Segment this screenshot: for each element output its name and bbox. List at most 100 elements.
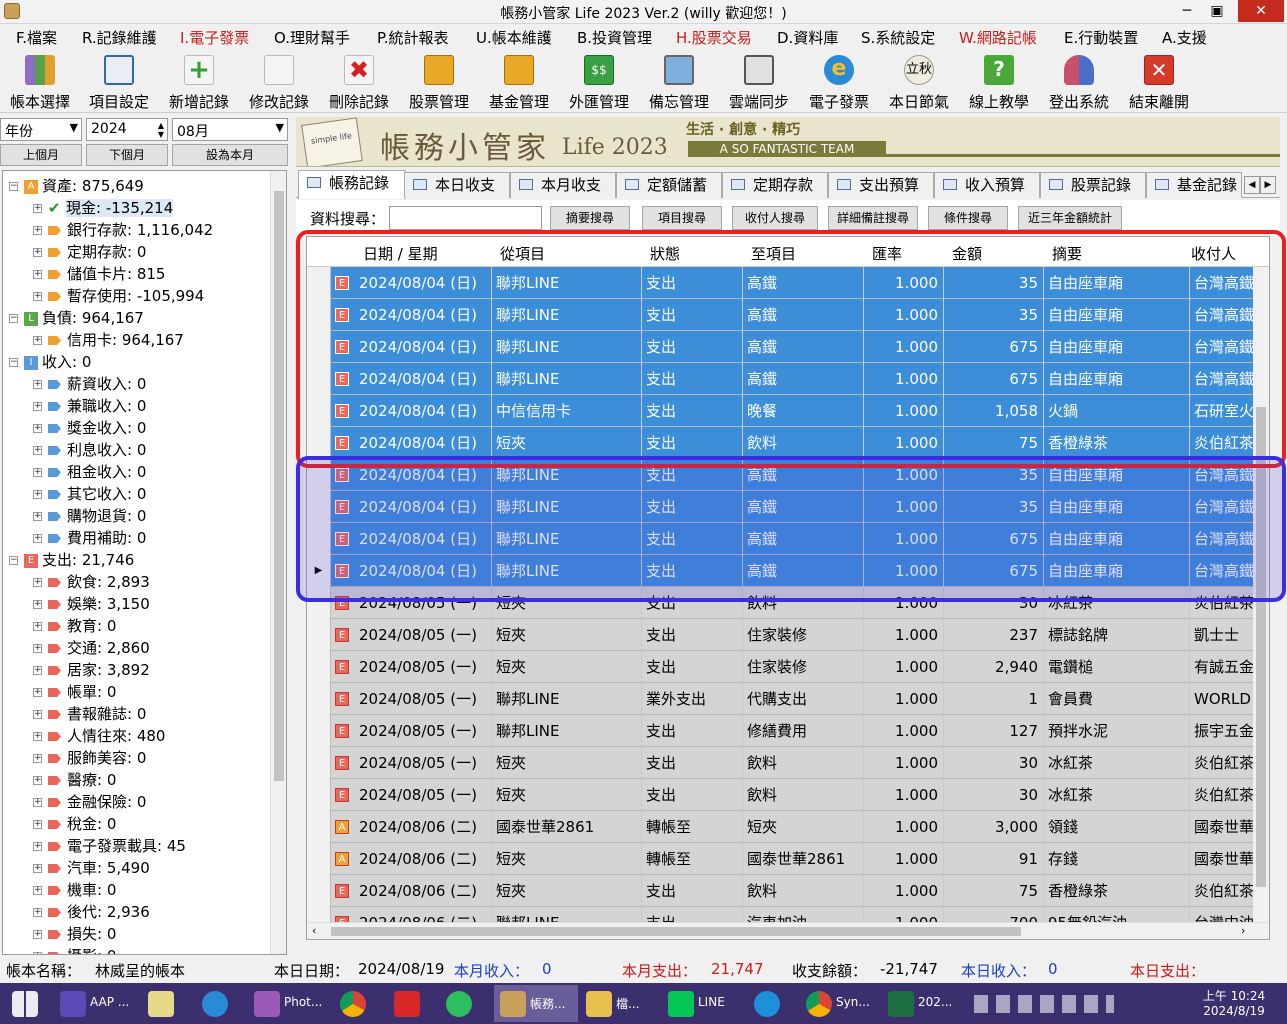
system-tray-icons[interactable] xyxy=(970,985,1120,1022)
cell-rate[interactable]: 1.000 xyxy=(864,747,944,779)
cell-from[interactable]: 國泰世華2861 xyxy=(492,811,642,843)
expand-icon[interactable]: + xyxy=(33,930,42,939)
cell-memo[interactable]: 標誌銘牌 xyxy=(1044,619,1190,651)
row-header[interactable] xyxy=(307,875,331,907)
cell-to[interactable]: 住家裝修 xyxy=(743,619,864,651)
menu-support[interactable]: A.支援 xyxy=(1162,27,1207,48)
tree-item[interactable]: + 電子發票載具: 45 xyxy=(33,835,186,857)
tree-item[interactable]: + 儲值卡片: 815 xyxy=(33,263,165,285)
cell-memo[interactable]: 領錢 xyxy=(1044,811,1190,843)
scroll-left-icon[interactable]: ‹ xyxy=(312,924,316,937)
tab-income-budget[interactable]: 收入預算 xyxy=(934,172,1040,198)
delete-record-button[interactable]: ✖ 刪除記錄 xyxy=(326,53,392,111)
cell-date[interactable]: 2024/08/05 (一) xyxy=(355,651,492,683)
row-header[interactable] xyxy=(307,747,331,779)
tree-item[interactable]: + 攝影: 0 xyxy=(33,945,116,954)
cell-to[interactable]: 飲料 xyxy=(743,747,864,779)
tree-item[interactable]: + 損失: 0 xyxy=(33,923,116,945)
table-row[interactable]: A 2024/08/06 (二) 國泰世華2861 轉帳至 短夾 1.000 3,000 領錢… xyxy=(307,811,1255,843)
expand-icon[interactable]: + xyxy=(33,226,42,235)
tree-item[interactable]: + 定期存款: 0 xyxy=(33,241,146,263)
tree-item[interactable]: + 娛樂: 3,150 xyxy=(33,593,150,615)
month-select[interactable]: 08月 ▼ xyxy=(172,118,288,141)
tab-ledger[interactable]: 帳務記錄 xyxy=(298,170,406,199)
table-row[interactable]: E 2024/08/05 (一) 短夾 支出 飲料 1.000 30 冰紅茶 炎伯紅茶 xyxy=(307,779,1255,811)
cell-rate[interactable]: 1.000 xyxy=(864,651,944,683)
tree-item[interactable]: + 帳單: 0 xyxy=(33,681,116,703)
maximize-button[interactable]: ▣ xyxy=(1201,0,1233,22)
tree-item[interactable]: + 汽車: 5,490 xyxy=(33,857,150,879)
cell-rate[interactable]: 1.000 xyxy=(864,811,944,843)
cell-amount[interactable]: 1 xyxy=(944,683,1044,715)
tree-item[interactable]: + 利息收入: 0 xyxy=(33,439,146,461)
table-row[interactable]: E 2024/08/05 (一) 短夾 支出 飲料 1.000 30 冰紅茶 炎伯紅茶 xyxy=(307,747,1255,779)
cell-status[interactable]: 支出 xyxy=(642,747,743,779)
cell-amount[interactable]: 30 xyxy=(944,747,1044,779)
summary-search-button[interactable]: 摘要搜尋 xyxy=(550,206,630,230)
menu-einvoice[interactable]: I.電子發票 xyxy=(180,27,249,48)
cell-payee[interactable]: 國泰世華 xyxy=(1190,843,1255,875)
cell-status[interactable]: 支出 xyxy=(642,715,743,747)
cell-date[interactable]: 2024/08/05 (一) xyxy=(355,779,492,811)
expand-icon[interactable]: + xyxy=(33,820,42,829)
exit-button[interactable]: ✕ 結束離開 xyxy=(1126,53,1192,111)
condition-search-button[interactable]: 條件搜尋 xyxy=(928,206,1008,230)
row-header[interactable] xyxy=(307,651,331,683)
item-search-button[interactable]: 項目搜尋 xyxy=(642,206,722,230)
table-row[interactable]: E 2024/08/05 (一) 聯邦LINE 業外支出 代購支出 1.000 1 會員費 WO… xyxy=(307,683,1255,715)
cell-status[interactable]: 支出 xyxy=(642,779,743,811)
cell-status[interactable]: 轉帳至 xyxy=(642,811,743,843)
forex-manage-button[interactable]: $$ 外匯管理 xyxy=(566,53,632,111)
clock[interactable]: 上午 10:24 2024/8/19 xyxy=(1196,987,1272,1018)
expand-icon[interactable]: + xyxy=(33,402,42,411)
cell-memo[interactable]: 冰紅茶 xyxy=(1044,747,1190,779)
cell-payee[interactable]: 凱士士 xyxy=(1190,619,1255,651)
close-button[interactable]: ✕ xyxy=(1238,0,1284,22)
cell-rate[interactable]: 1.000 xyxy=(864,843,944,875)
tree-item[interactable]: + 信用卡: 964,167 xyxy=(33,329,184,351)
cell-rate[interactable]: 1.000 xyxy=(864,715,944,747)
tree-scrollbar[interactable] xyxy=(270,171,286,954)
menu-stock[interactable]: H.股票交易 xyxy=(676,27,752,48)
task-line[interactable]: LINE xyxy=(662,985,746,1022)
expand-icon[interactable]: + xyxy=(33,688,42,697)
collapse-icon[interactable]: − xyxy=(9,314,18,323)
cell-date[interactable]: 2024/08/05 (一) xyxy=(355,747,492,779)
tab-month[interactable]: 本月收支 xyxy=(510,172,616,198)
tree-item[interactable]: + ✔ 現金: -135,214 xyxy=(33,197,174,219)
task-chrome[interactable] xyxy=(334,985,374,1022)
payee-search-button[interactable]: 收付人搜尋 xyxy=(732,206,818,230)
cell-payee[interactable]: 炎伯紅茶 xyxy=(1190,779,1255,811)
tree-item[interactable]: + 後代: 2,936 xyxy=(33,901,150,923)
cloud-sync-button[interactable]: 雲端同步 xyxy=(726,53,792,111)
expand-icon[interactable]: + xyxy=(33,490,42,499)
expand-icon[interactable]: + xyxy=(33,798,42,807)
expand-icon[interactable]: + xyxy=(33,908,42,917)
cell-amount[interactable]: 75 xyxy=(944,875,1044,907)
cell-memo[interactable]: 冰紅茶 xyxy=(1044,779,1190,811)
task-photo[interactable]: Phot... xyxy=(248,985,332,1022)
cell-to[interactable]: 飲料 xyxy=(743,779,864,811)
expand-icon[interactable]: + xyxy=(33,886,42,895)
tab-scroll-left-icon[interactable]: ◀ xyxy=(1244,176,1260,194)
tree-item[interactable]: + 購物退貨: 0 xyxy=(33,505,146,527)
tree-category[interactable]: − I 收入: 0 xyxy=(9,351,91,373)
cell-rate[interactable]: 1.000 xyxy=(864,619,944,651)
task-ie[interactable] xyxy=(196,985,236,1022)
task-aap[interactable]: AAP ... xyxy=(54,985,138,1022)
tree-item[interactable]: + 飲食: 2,893 xyxy=(33,571,150,593)
menu-invest[interactable]: B.投資管理 xyxy=(577,27,652,48)
logout-button[interactable]: 登出系統 xyxy=(1046,53,1112,111)
expand-icon[interactable]: + xyxy=(33,710,42,719)
task-ledger-app[interactable]: 帳務... xyxy=(494,985,578,1022)
expand-icon[interactable]: + xyxy=(33,776,42,785)
tree-item[interactable]: + 醫療: 0 xyxy=(33,769,116,791)
tree-item[interactable]: + 銀行存款: 1,116,042 xyxy=(33,219,213,241)
cell-rate[interactable]: 1.000 xyxy=(864,779,944,811)
row-header[interactable] xyxy=(307,843,331,875)
expand-icon[interactable]: + xyxy=(33,600,42,609)
menu-settings[interactable]: S.系統設定 xyxy=(861,27,935,48)
tab-today[interactable]: 本日收支 xyxy=(404,172,510,198)
set-this-month-button[interactable]: 設為本月 xyxy=(172,144,288,166)
collapse-icon[interactable]: − xyxy=(9,358,18,367)
